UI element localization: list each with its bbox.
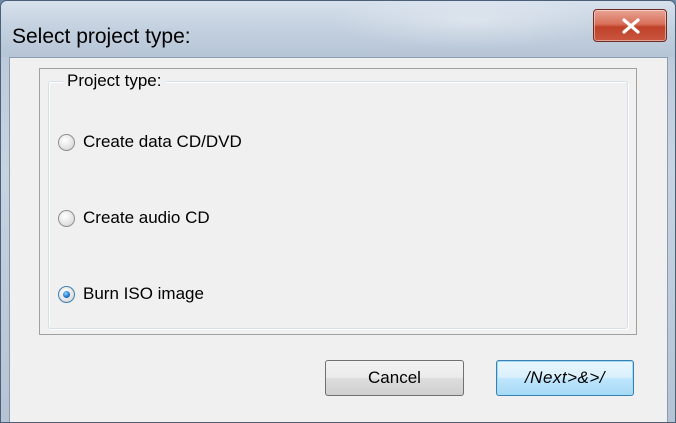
close-icon (622, 18, 640, 34)
group-legend: Project type: (63, 71, 166, 91)
radio-label: Burn ISO image (83, 284, 204, 303)
next-button-label: /Next>&>/ (524, 368, 606, 387)
radio-create-data-cd-dvd[interactable]: Create data CD/DVD (58, 130, 242, 154)
radio-label: Create data CD/DVD (83, 132, 242, 151)
dialog-client-area: Project type: Create data CD/DVD Create … (9, 57, 668, 422)
radio-button[interactable] (58, 133, 75, 151)
options-panel: Project type: Create data CD/DVD Create … (39, 68, 637, 335)
project-type-group: Project type: Create data CD/DVD Create … (48, 71, 628, 329)
next-button[interactable]: /Next>&>/ (496, 360, 634, 396)
close-button[interactable] (593, 9, 667, 42)
radio-button[interactable] (58, 209, 75, 227)
cancel-button-label: Cancel (368, 368, 421, 387)
radio-button-selected[interactable] (58, 285, 75, 303)
radio-label: Create audio CD (83, 208, 210, 227)
dialog-window: Select project type: Project type: Creat… (0, 0, 676, 423)
window-title: Select project type: (12, 25, 191, 48)
radio-burn-iso-image[interactable]: Burn ISO image (58, 282, 204, 306)
title-bar[interactable]: Select project type: (1, 1, 675, 57)
cancel-button[interactable]: Cancel (325, 360, 464, 396)
radio-create-audio-cd[interactable]: Create audio CD (58, 206, 210, 230)
